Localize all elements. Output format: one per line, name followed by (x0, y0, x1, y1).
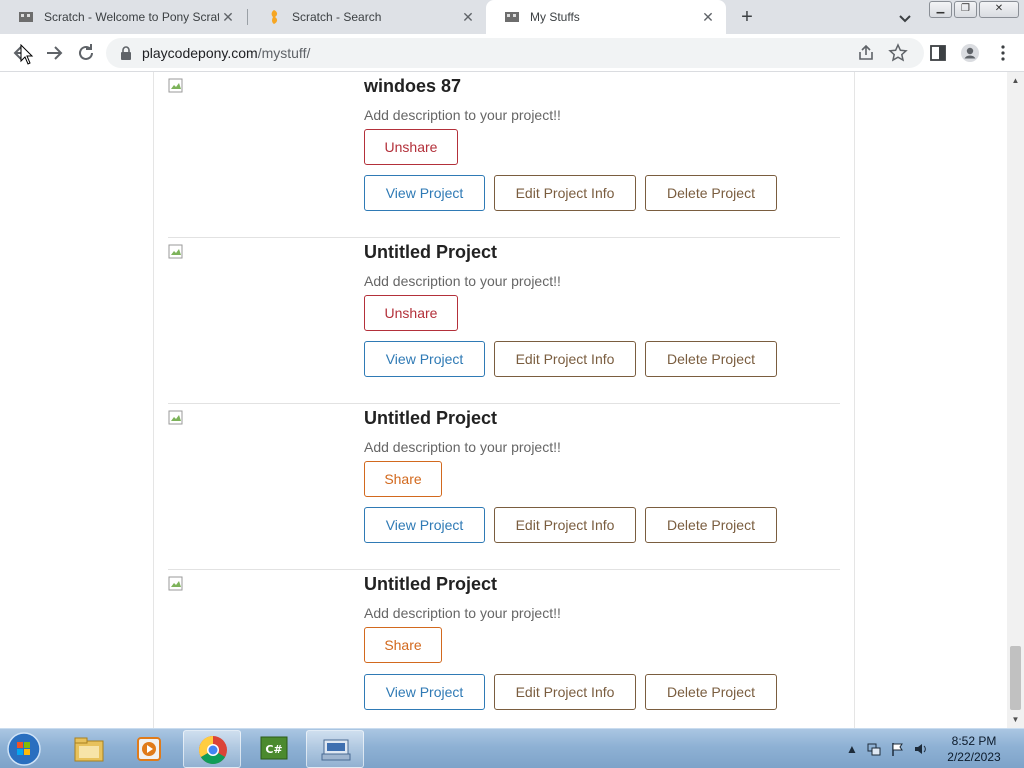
taskbar-app-chrome[interactable] (183, 730, 241, 768)
scroll-down-arrow-icon[interactable]: ▼ (1011, 715, 1020, 724)
edit-project-info-button[interactable]: Edit Project Info (494, 674, 636, 710)
share-button[interactable]: Share (364, 627, 442, 663)
tab-title: Scratch - Welcome to Pony Scrat (44, 10, 219, 24)
view-project-button[interactable]: View Project (364, 341, 485, 377)
action-center-flag-icon[interactable] (890, 741, 906, 757)
address-bar[interactable]: playcodepony.com/mystuff/ (106, 38, 924, 68)
broken-image-icon (168, 244, 183, 259)
bookmark-star-icon[interactable] (888, 43, 908, 63)
project-card: Untitled Project Add description to your… (168, 570, 840, 728)
windows-start-icon[interactable] (4, 730, 44, 768)
tab-welcome[interactable]: Scratch - Welcome to Pony Scrat ✕ (0, 0, 246, 34)
page-viewport: windoes 87 Add description to your proje… (0, 72, 1007, 728)
project-card: windoes 87 Add description to your proje… (168, 72, 840, 238)
view-project-button[interactable]: View Project (364, 175, 485, 211)
network-icon[interactable] (866, 741, 882, 757)
url-host: playcodepony.com (142, 45, 258, 61)
tab-my-stuffs[interactable]: My Stuffs ✕ (486, 0, 726, 34)
project-card: Untitled Project Add description to your… (168, 238, 840, 404)
restore-button[interactable]: ❐ (954, 1, 977, 18)
url-path: /mystuff/ (257, 45, 311, 61)
broken-image-icon (168, 410, 183, 425)
project-title[interactable]: Untitled Project (364, 242, 497, 263)
project-title[interactable]: Untitled Project (364, 574, 497, 595)
clock-time: 8:52 PM (951, 734, 997, 748)
lock-icon[interactable] (120, 46, 132, 60)
taskbar-app-explorer[interactable] (60, 730, 118, 768)
unshare-button[interactable]: Unshare (364, 295, 458, 331)
delete-project-button[interactable]: Delete Project (645, 674, 777, 710)
profile-avatar-icon[interactable] (960, 43, 980, 63)
windows-taskbar: C# ▲ 8:52 PM 2/22/2023 (0, 728, 1024, 768)
taskbar-app-csharp[interactable]: C# (245, 730, 303, 768)
broken-image-icon (168, 576, 183, 591)
tab-title: Scratch - Search (292, 10, 382, 24)
windows-explorer-icon (74, 737, 104, 762)
close-icon[interactable]: ✕ (700, 9, 716, 25)
view-project-button[interactable]: View Project (364, 674, 485, 710)
project-description: Add description to your project!! (364, 605, 561, 621)
scrollbar-thumb[interactable] (1010, 646, 1021, 710)
edit-project-info-button[interactable]: Edit Project Info (494, 341, 636, 377)
pony-favicon-icon (19, 12, 33, 22)
close-icon[interactable]: ✕ (220, 9, 236, 25)
browser-toolbar: playcodepony.com/mystuff/ (0, 34, 1024, 72)
project-list: windoes 87 Add description to your proje… (153, 72, 855, 728)
edit-project-info-button[interactable]: Edit Project Info (494, 507, 636, 543)
project-title[interactable]: Untitled Project (364, 408, 497, 429)
project-card: Untitled Project Add description to your… (168, 404, 840, 570)
tab-search[interactable]: Scratch - Search ✕ (248, 0, 486, 34)
url-text[interactable]: playcodepony.com/mystuff/ (142, 45, 310, 61)
broken-image-icon (168, 78, 183, 93)
volume-icon[interactable] (913, 741, 929, 757)
show-hidden-icons-icon[interactable]: ▲ (844, 741, 860, 757)
system-clock[interactable]: 8:52 PM 2/22/2023 (934, 733, 1014, 765)
edit-project-info-button[interactable]: Edit Project Info (494, 175, 636, 211)
mouse-cursor-icon (20, 44, 34, 65)
view-project-button[interactable]: View Project (364, 507, 485, 543)
tab-title: My Stuffs (530, 10, 580, 24)
project-description: Add description to your project!! (364, 439, 561, 455)
tab-search-chevron-icon[interactable] (896, 9, 914, 27)
share-button[interactable]: Share (364, 461, 442, 497)
project-description: Add description to your project!! (364, 107, 561, 123)
keyboard-app-icon (321, 739, 351, 761)
browser-tab-strip: Scratch - Welcome to Pony Scrat ✕ Scratc… (0, 0, 1024, 34)
scratch-favicon-icon (271, 10, 278, 24)
media-player-icon (137, 737, 161, 761)
close-icon[interactable]: ✕ (460, 9, 476, 25)
scroll-up-arrow-icon[interactable]: ▲ (1011, 76, 1020, 85)
delete-project-button[interactable]: Delete Project (645, 507, 777, 543)
minimize-button[interactable]: ▁ (929, 1, 952, 18)
kebab-menu-icon[interactable] (993, 43, 1013, 63)
page-scrollbar[interactable]: ▲ ▼ (1007, 72, 1024, 728)
new-tab-button[interactable]: + (736, 6, 758, 28)
reload-icon[interactable] (74, 41, 98, 65)
share-page-icon[interactable] (856, 43, 876, 63)
close-window-button[interactable]: ✕ (979, 1, 1019, 18)
svg-text:C#: C# (265, 743, 282, 756)
taskbar-app-media-player[interactable] (120, 730, 178, 768)
delete-project-button[interactable]: Delete Project (645, 341, 777, 377)
project-title[interactable]: windoes 87 (364, 76, 461, 97)
taskbar-app-keyboard[interactable] (306, 730, 364, 768)
pony-favicon-icon (505, 12, 519, 22)
unshare-button[interactable]: Unshare (364, 129, 458, 165)
project-description: Add description to your project!! (364, 273, 561, 289)
forward-arrow-icon[interactable] (42, 41, 66, 65)
side-panel-icon[interactable] (928, 43, 948, 63)
chrome-icon (199, 736, 227, 764)
clock-date: 2/22/2023 (947, 750, 1001, 764)
csharp-editor-icon: C# (260, 736, 288, 760)
delete-project-button[interactable]: Delete Project (645, 175, 777, 211)
